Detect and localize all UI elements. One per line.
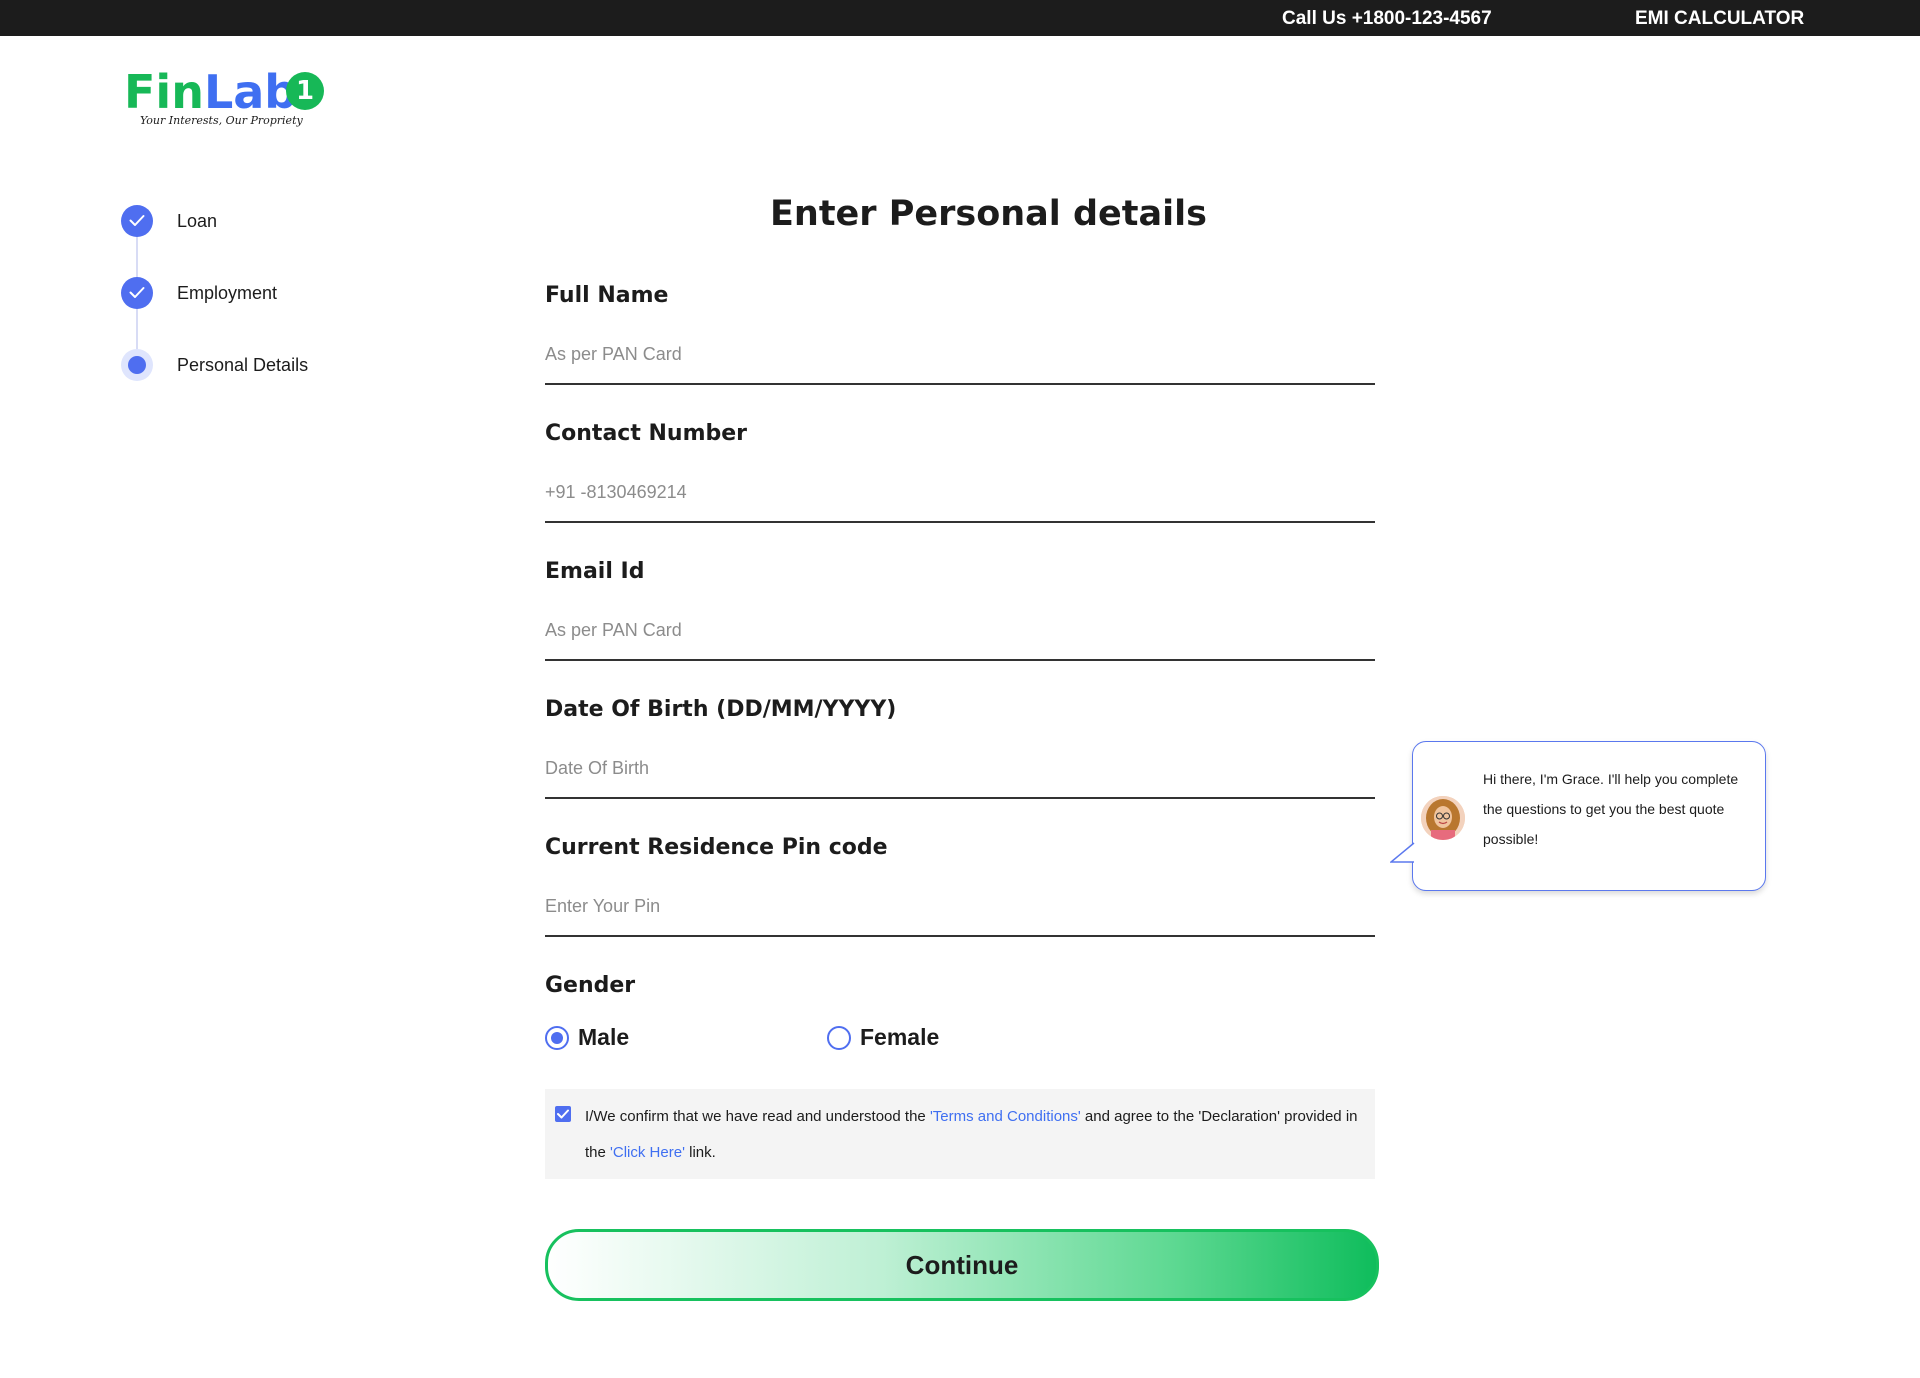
consent-text: I/We confirm that we have read and under…	[585, 1099, 1365, 1171]
page-title: Enter Personal details	[770, 194, 1207, 234]
click-here-link[interactable]: 'Click Here'	[610, 1144, 685, 1161]
logo-one-badge: 1	[286, 72, 324, 110]
logo-fin: Fin	[124, 65, 204, 119]
logo-tagline: Your Interests, Our Propriety	[140, 114, 303, 127]
consent-checkbox[interactable]	[555, 1106, 571, 1122]
consent-text-part: link.	[684, 1144, 716, 1161]
dob-input[interactable]	[545, 753, 1375, 799]
step-connector	[136, 237, 138, 279]
contact-number-label: Contact Number	[545, 421, 748, 446]
consent-text-part: I/We confirm that we have read and under…	[585, 1108, 930, 1125]
dob-label: Date Of Birth (DD/MM/YYYY)	[545, 697, 897, 722]
full-name-input[interactable]	[545, 339, 1375, 385]
check-icon	[121, 277, 153, 309]
email-input[interactable]	[545, 615, 1375, 661]
step-label: Loan	[177, 211, 218, 231]
pin-code-input[interactable]	[545, 891, 1375, 937]
full-name-label: Full Name	[545, 283, 669, 308]
finlab-logo[interactable]: FinLab 1 Your Interests, Our Propriety	[124, 68, 344, 134]
gender-female-label: Female	[860, 1024, 940, 1050]
emi-calculator-link[interactable]: EMI CALCULATOR	[1635, 8, 1804, 30]
pin-code-field: Current Residence Pin code	[545, 835, 1375, 937]
call-us-link[interactable]: Call Us +1800-123-4567	[1282, 8, 1492, 30]
email-field: Email Id	[545, 559, 1375, 661]
assistant-avatar	[1421, 796, 1465, 840]
gender-female-radio[interactable]: Female	[827, 1024, 1027, 1054]
logo-wordmark: FinLab	[124, 65, 297, 119]
check-icon	[121, 205, 153, 237]
email-label: Email Id	[545, 559, 645, 584]
step-employment[interactable]: Employment	[121, 277, 421, 311]
gender-male-label: Male	[578, 1024, 630, 1050]
terms-link[interactable]: 'Terms and Conditions'	[930, 1108, 1081, 1125]
radio-selected-icon	[545, 1026, 569, 1050]
assistant-message: Hi there, I'm Grace. I'll help you compl…	[1483, 771, 1739, 847]
top-bar: Call Us +1800-123-4567 EMI CALCULATOR	[0, 0, 1920, 36]
contact-number-input[interactable]	[545, 477, 1375, 523]
radio-unselected-icon	[827, 1026, 851, 1050]
contact-number-field: Contact Number	[545, 421, 1375, 523]
step-loan[interactable]: Loan	[121, 205, 421, 239]
step-label: Personal Details	[177, 355, 309, 375]
step-personal-details[interactable]: Personal Details	[121, 349, 421, 383]
consent-box: I/We confirm that we have read and under…	[545, 1089, 1375, 1179]
step-connector	[136, 309, 138, 351]
step-label: Employment	[177, 283, 278, 303]
bubble-tail-icon	[1390, 842, 1415, 863]
gender-label: Gender	[545, 973, 636, 998]
full-name-field: Full Name	[545, 283, 1375, 385]
assistant-chat-bubble: Hi there, I'm Grace. I'll help you compl…	[1390, 741, 1766, 891]
current-step-icon	[121, 349, 153, 381]
continue-button[interactable]: Continue	[545, 1229, 1379, 1301]
logo-lab: Lab	[203, 65, 298, 119]
dob-field: Date Of Birth (DD/MM/YYYY)	[545, 697, 1375, 799]
pin-code-label: Current Residence Pin code	[545, 835, 888, 860]
gender-male-radio[interactable]: Male	[545, 1024, 745, 1054]
